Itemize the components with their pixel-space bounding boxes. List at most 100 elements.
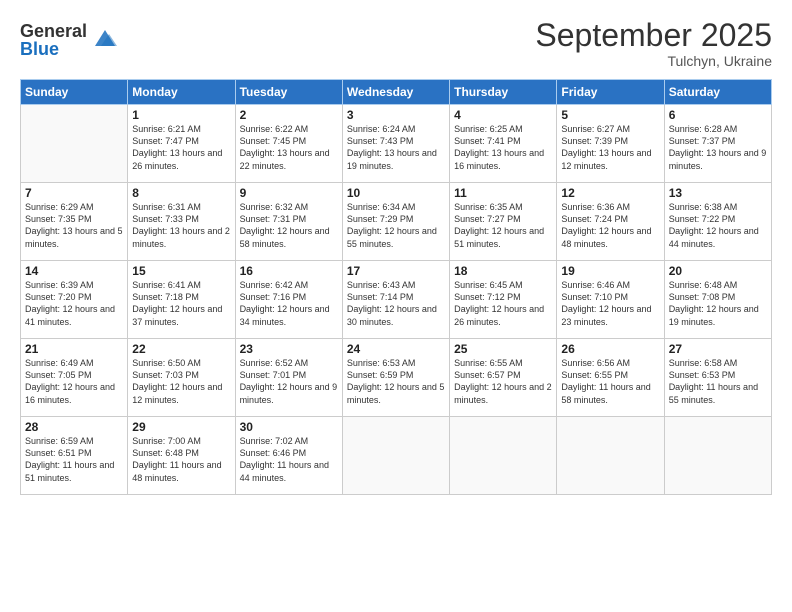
calendar-week-row: 21Sunrise: 6:49 AMSunset: 7:05 PMDayligh… (21, 339, 772, 417)
table-row (342, 417, 449, 495)
table-row: 21Sunrise: 6:49 AMSunset: 7:05 PMDayligh… (21, 339, 128, 417)
col-tuesday: Tuesday (235, 80, 342, 105)
day-info: Sunrise: 7:00 AMSunset: 6:48 PMDaylight:… (132, 435, 230, 484)
day-info: Sunrise: 6:29 AMSunset: 7:35 PMDaylight:… (25, 201, 123, 250)
day-info: Sunrise: 6:43 AMSunset: 7:14 PMDaylight:… (347, 279, 445, 328)
table-row: 23Sunrise: 6:52 AMSunset: 7:01 PMDayligh… (235, 339, 342, 417)
table-row: 26Sunrise: 6:56 AMSunset: 6:55 PMDayligh… (557, 339, 664, 417)
day-info: Sunrise: 6:21 AMSunset: 7:47 PMDaylight:… (132, 123, 230, 172)
day-number: 18 (454, 264, 552, 278)
table-row (21, 105, 128, 183)
col-sunday: Sunday (21, 80, 128, 105)
day-number: 12 (561, 186, 659, 200)
day-info: Sunrise: 6:22 AMSunset: 7:45 PMDaylight:… (240, 123, 338, 172)
logo-general-text: General (20, 22, 87, 40)
table-row: 30Sunrise: 7:02 AMSunset: 6:46 PMDayligh… (235, 417, 342, 495)
table-row: 2Sunrise: 6:22 AMSunset: 7:45 PMDaylight… (235, 105, 342, 183)
table-row: 16Sunrise: 6:42 AMSunset: 7:16 PMDayligh… (235, 261, 342, 339)
table-row: 20Sunrise: 6:48 AMSunset: 7:08 PMDayligh… (664, 261, 771, 339)
table-row: 24Sunrise: 6:53 AMSunset: 6:59 PMDayligh… (342, 339, 449, 417)
table-row: 15Sunrise: 6:41 AMSunset: 7:18 PMDayligh… (128, 261, 235, 339)
day-number: 25 (454, 342, 552, 356)
day-info: Sunrise: 6:39 AMSunset: 7:20 PMDaylight:… (25, 279, 123, 328)
table-row: 4Sunrise: 6:25 AMSunset: 7:41 PMDaylight… (450, 105, 557, 183)
day-number: 16 (240, 264, 338, 278)
day-info: Sunrise: 6:36 AMSunset: 7:24 PMDaylight:… (561, 201, 659, 250)
day-number: 19 (561, 264, 659, 278)
day-number: 22 (132, 342, 230, 356)
day-number: 11 (454, 186, 552, 200)
table-row: 1Sunrise: 6:21 AMSunset: 7:47 PMDaylight… (128, 105, 235, 183)
day-number: 10 (347, 186, 445, 200)
day-number: 6 (669, 108, 767, 122)
table-row: 11Sunrise: 6:35 AMSunset: 7:27 PMDayligh… (450, 183, 557, 261)
day-info: Sunrise: 6:34 AMSunset: 7:29 PMDaylight:… (347, 201, 445, 250)
col-wednesday: Wednesday (342, 80, 449, 105)
table-row (664, 417, 771, 495)
day-info: Sunrise: 7:02 AMSunset: 6:46 PMDaylight:… (240, 435, 338, 484)
page: General Blue September 2025 Tulchyn, Ukr… (0, 0, 792, 612)
day-number: 24 (347, 342, 445, 356)
col-friday: Friday (557, 80, 664, 105)
location-subtitle: Tulchyn, Ukraine (535, 53, 772, 69)
table-row: 22Sunrise: 6:50 AMSunset: 7:03 PMDayligh… (128, 339, 235, 417)
table-row: 9Sunrise: 6:32 AMSunset: 7:31 PMDaylight… (235, 183, 342, 261)
day-number: 20 (669, 264, 767, 278)
col-thursday: Thursday (450, 80, 557, 105)
day-number: 3 (347, 108, 445, 122)
day-number: 26 (561, 342, 659, 356)
day-number: 29 (132, 420, 230, 434)
calendar-header-row: Sunday Monday Tuesday Wednesday Thursday… (21, 80, 772, 105)
day-info: Sunrise: 6:52 AMSunset: 7:01 PMDaylight:… (240, 357, 338, 406)
day-info: Sunrise: 6:55 AMSunset: 6:57 PMDaylight:… (454, 357, 552, 406)
day-info: Sunrise: 6:50 AMSunset: 7:03 PMDaylight:… (132, 357, 230, 406)
table-row: 25Sunrise: 6:55 AMSunset: 6:57 PMDayligh… (450, 339, 557, 417)
title-block: September 2025 Tulchyn, Ukraine (535, 18, 772, 69)
table-row: 29Sunrise: 7:00 AMSunset: 6:48 PMDayligh… (128, 417, 235, 495)
day-info: Sunrise: 6:24 AMSunset: 7:43 PMDaylight:… (347, 123, 445, 172)
calendar-week-row: 28Sunrise: 6:59 AMSunset: 6:51 PMDayligh… (21, 417, 772, 495)
logo-blue-text: Blue (20, 40, 87, 58)
day-info: Sunrise: 6:42 AMSunset: 7:16 PMDaylight:… (240, 279, 338, 328)
day-info: Sunrise: 6:41 AMSunset: 7:18 PMDaylight:… (132, 279, 230, 328)
day-number: 2 (240, 108, 338, 122)
day-info: Sunrise: 6:45 AMSunset: 7:12 PMDaylight:… (454, 279, 552, 328)
header: General Blue September 2025 Tulchyn, Ukr… (20, 18, 772, 69)
col-saturday: Saturday (664, 80, 771, 105)
day-number: 13 (669, 186, 767, 200)
day-number: 15 (132, 264, 230, 278)
day-number: 17 (347, 264, 445, 278)
table-row: 17Sunrise: 6:43 AMSunset: 7:14 PMDayligh… (342, 261, 449, 339)
day-number: 8 (132, 186, 230, 200)
logo: General Blue (20, 22, 119, 58)
table-row: 7Sunrise: 6:29 AMSunset: 7:35 PMDaylight… (21, 183, 128, 261)
table-row: 14Sunrise: 6:39 AMSunset: 7:20 PMDayligh… (21, 261, 128, 339)
day-number: 9 (240, 186, 338, 200)
day-info: Sunrise: 6:25 AMSunset: 7:41 PMDaylight:… (454, 123, 552, 172)
day-info: Sunrise: 6:48 AMSunset: 7:08 PMDaylight:… (669, 279, 767, 328)
calendar-week-row: 14Sunrise: 6:39 AMSunset: 7:20 PMDayligh… (21, 261, 772, 339)
calendar-week-row: 1Sunrise: 6:21 AMSunset: 7:47 PMDaylight… (21, 105, 772, 183)
table-row: 18Sunrise: 6:45 AMSunset: 7:12 PMDayligh… (450, 261, 557, 339)
table-row: 13Sunrise: 6:38 AMSunset: 7:22 PMDayligh… (664, 183, 771, 261)
day-info: Sunrise: 6:56 AMSunset: 6:55 PMDaylight:… (561, 357, 659, 406)
day-number: 5 (561, 108, 659, 122)
day-info: Sunrise: 6:59 AMSunset: 6:51 PMDaylight:… (25, 435, 123, 484)
day-number: 4 (454, 108, 552, 122)
table-row: 8Sunrise: 6:31 AMSunset: 7:33 PMDaylight… (128, 183, 235, 261)
day-info: Sunrise: 6:31 AMSunset: 7:33 PMDaylight:… (132, 201, 230, 250)
calendar-table: Sunday Monday Tuesday Wednesday Thursday… (20, 79, 772, 495)
table-row: 19Sunrise: 6:46 AMSunset: 7:10 PMDayligh… (557, 261, 664, 339)
day-number: 23 (240, 342, 338, 356)
table-row: 6Sunrise: 6:28 AMSunset: 7:37 PMDaylight… (664, 105, 771, 183)
day-info: Sunrise: 6:46 AMSunset: 7:10 PMDaylight:… (561, 279, 659, 328)
day-info: Sunrise: 6:32 AMSunset: 7:31 PMDaylight:… (240, 201, 338, 250)
day-number: 21 (25, 342, 123, 356)
table-row (557, 417, 664, 495)
day-number: 28 (25, 420, 123, 434)
day-number: 1 (132, 108, 230, 122)
logo-icon (91, 24, 119, 52)
table-row: 3Sunrise: 6:24 AMSunset: 7:43 PMDaylight… (342, 105, 449, 183)
table-row: 10Sunrise: 6:34 AMSunset: 7:29 PMDayligh… (342, 183, 449, 261)
day-info: Sunrise: 6:58 AMSunset: 6:53 PMDaylight:… (669, 357, 767, 406)
